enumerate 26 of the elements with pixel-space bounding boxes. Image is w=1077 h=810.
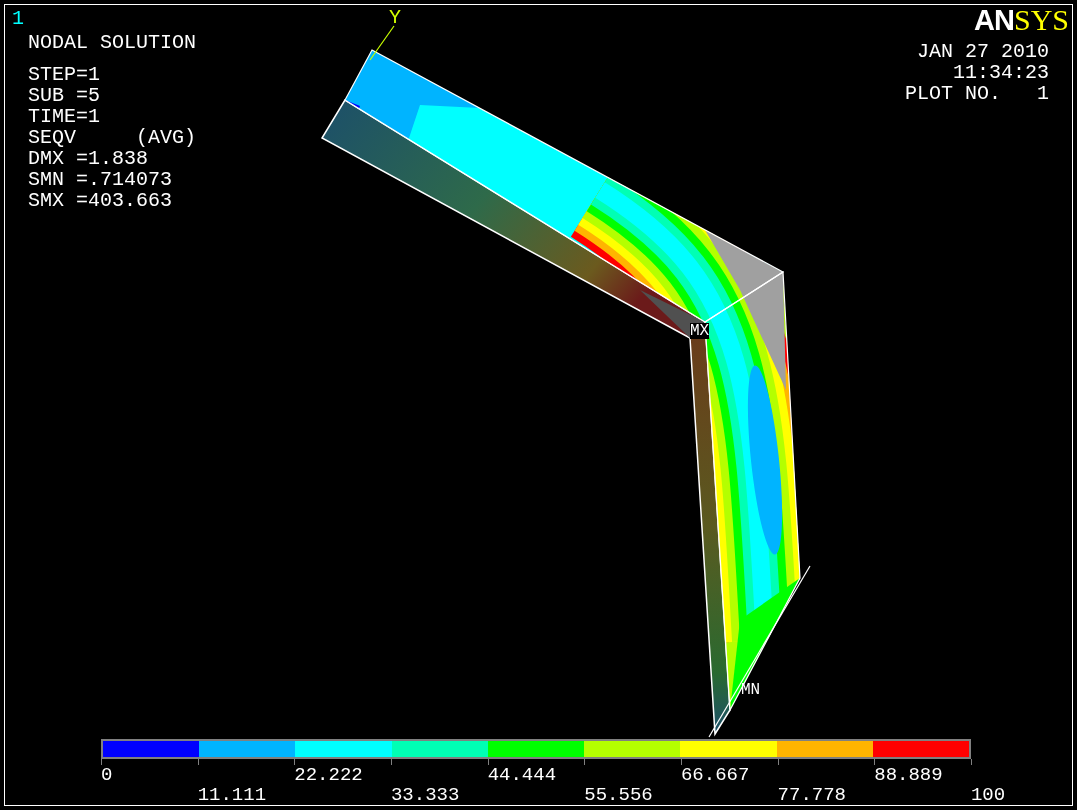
plot-stamp-line: PLOT NO. 1 [904,83,1049,104]
marker-label: MX [690,323,710,339]
solution-info-line: SMN =.714073 [27,169,173,190]
legend-tick-label: 77.778 [777,785,846,805]
legend-tick-label: 0 [101,765,113,785]
legend-tick-label: 33.333 [390,785,460,805]
plot-title: NODAL SOLUTION [27,30,197,53]
legend-tick-label: 66.667 [680,765,750,785]
legend-tick-label: 55.556 [584,785,653,805]
window-number: 1 [11,8,24,29]
solution-info-line: TIME=1 [27,106,100,127]
solution-info-line: STEP=1 [27,64,100,85]
legend-tick-label: 44.444 [487,765,557,785]
plot-stamp-line: JAN 27 2010 [916,41,1049,62]
axis-label: Y [389,7,401,28]
solution-info-line: SEQV (AVG) [27,127,197,148]
logo: ANSYS [974,7,1070,33]
plot-stamp-line: 11:34:23 [953,62,1049,83]
solution-info-line: DMX =1.838 [27,148,149,169]
solution-info-line: SMX =403.663 [27,190,173,211]
legend-tick-label: 100 [970,785,1006,805]
legend-tick-label: 11.111 [197,785,267,805]
legend-tick-label: 88.889 [874,765,943,785]
legend-tick-label: 22.222 [294,765,363,785]
solution-info-line: SUB =5 [27,85,100,106]
marker-label: MN [741,680,761,701]
